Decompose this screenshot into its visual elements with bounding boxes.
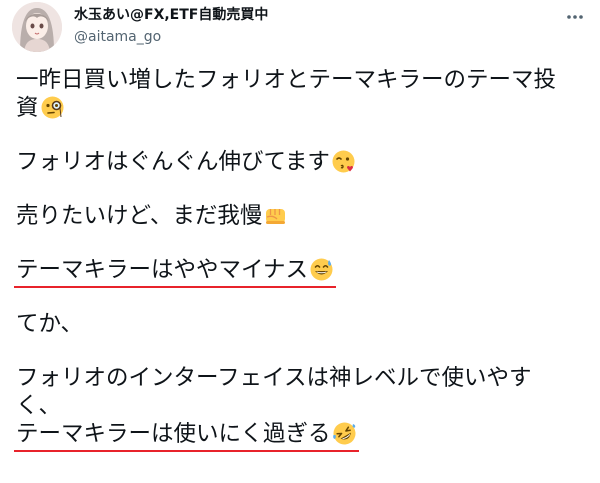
tweet-header: 水玉あい@FX,ETF自動売買中 @aitama_go [12,0,588,56]
face-blowing-kiss-emoji-icon [331,149,356,174]
anime-girl-avatar-icon [12,2,62,52]
tweet-text-segment: 一昨日買い増したフォリオとテーマキラーのテーマ投 [16,67,557,93]
tweet-text-segment: テーマキラーは使いにく過ぎる [16,421,331,447]
author-names: 水玉あい@FX,ETF自動売買中 @aitama_go [74,6,268,47]
tweet-text: 一昨日買い増したフォリオとテーマキラーのテーマ投 資 フォリオはぐんぐん伸びてま… [13,66,586,452]
tweet-line: てか、 [16,310,586,338]
tweet-line: フォリオはぐんぐん伸びてます [16,148,586,176]
tweet-text-segment: フォリオのインターフェイスは神レベルで使いやす [16,365,532,391]
more-dots-icon [567,15,583,19]
tweet-line: フォリオのインターフェイスは神レベルで使いやす [16,364,586,392]
tweet-text-segment: 売りたいけど、まだ我慢 [16,203,263,229]
tweet-line: 売りたいけど、まだ我慢 [16,202,586,230]
underlined-text: テーマキラーはややマイナス [13,256,337,288]
tweet-text-segment: く、 [16,393,62,419]
rolling-on-floor-laughing-emoji-icon [332,421,357,446]
tweet-line: 資 [16,94,586,122]
tweet-line: く、 [16,392,586,420]
tweet-text-segment: てか、 [16,311,84,337]
user-handle[interactable]: @aitama_go [74,27,268,47]
more-button[interactable] [562,6,588,28]
tweet-line: テーマキラーはややマイナス [13,256,586,288]
tweet-line: テーマキラーは使いにく過ぎる [14,420,586,452]
grinning-face-with-sweat-emoji-icon [309,257,334,282]
tweet-text-segment: 資 [16,95,39,121]
tweet-text-segment: テーマキラーはややマイナス [16,257,309,283]
underlined-text: テーマキラーは使いにく過ぎる [14,420,359,452]
avatar[interactable] [12,2,62,52]
oncoming-fist-emoji-icon [263,203,288,228]
face-with-monocle-emoji-icon [40,95,65,120]
display-name[interactable]: 水玉あい@FX,ETF自動売買中 [74,6,268,24]
tweet-line: 一昨日買い増したフォリオとテーマキラーのテーマ投 [16,66,586,94]
tweet-text-segment: フォリオはぐんぐん伸びてます [16,149,330,175]
